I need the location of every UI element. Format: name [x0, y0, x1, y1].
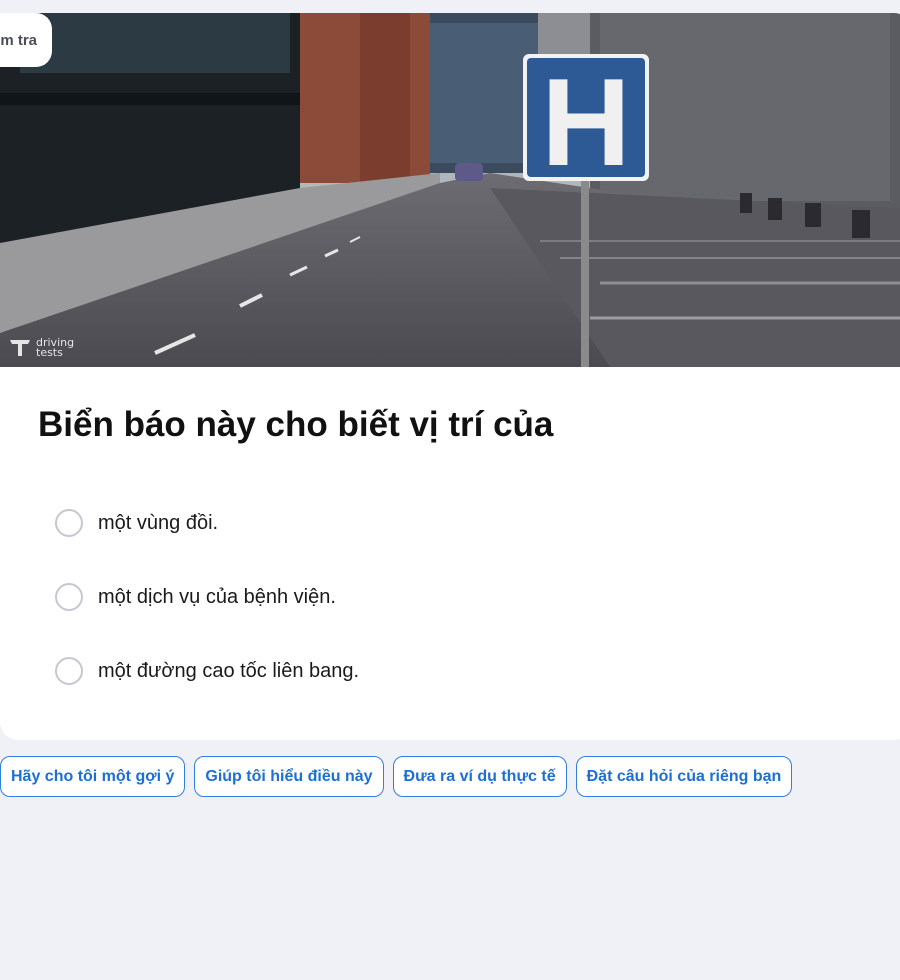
option-label: một dịch vụ của bệnh viện.: [98, 585, 336, 608]
real-example-button[interactable]: Đưa ra ví dụ thực tế: [392, 756, 567, 797]
question-title: Biển báo này cho biết vị trí của: [38, 405, 554, 444]
option-3[interactable]: một đường cao tốc liên bang.: [55, 653, 359, 689]
quiz-tag[interactable]: m tra: [0, 13, 52, 67]
radio-button[interactable]: [55, 583, 83, 611]
watermark-line2: tests: [36, 346, 63, 359]
radio-button[interactable]: [55, 509, 83, 537]
sign-letter: H: [541, 54, 631, 192]
option-1[interactable]: một vùng đồi.: [55, 505, 359, 541]
quiz-tag-label: m tra: [0, 31, 37, 49]
help-actions: Hãy cho tôi một gợi ý Giúp tôi hiểu điều…: [0, 756, 793, 797]
answer-options: một vùng đồi. một dịch vụ của bệnh viện.…: [55, 505, 359, 727]
option-2[interactable]: một dịch vụ của bệnh viện.: [55, 579, 359, 615]
option-label: một vùng đồi.: [98, 511, 219, 534]
question-image: H: [0, 13, 900, 367]
hint-button[interactable]: Hãy cho tôi một gợi ý: [0, 756, 186, 797]
radio-button[interactable]: [55, 657, 83, 685]
driving-tests-icon: [10, 340, 30, 356]
watermark-logo: driving tests: [8, 337, 74, 359]
option-label: một đường cao tốc liên bang.: [98, 659, 360, 682]
ask-question-button[interactable]: Đặt câu hỏi của riêng bạn: [575, 756, 793, 797]
explain-button[interactable]: Giúp tôi hiểu điều này: [194, 756, 384, 797]
